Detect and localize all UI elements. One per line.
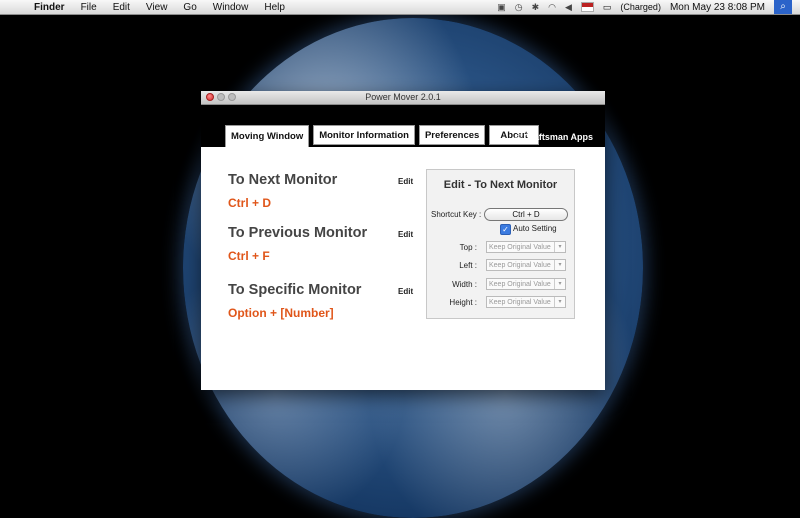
width-label: Width : [452, 280, 477, 289]
tab-bar: Moving Window Monitor Information Prefer… [225, 125, 539, 147]
command-title-previous: To Previous Monitor [228, 225, 368, 241]
left-select-value: Keep Original Value [489, 262, 551, 269]
window-controls [206, 93, 236, 101]
shortcut-key-label: Shortcut Key : [431, 210, 482, 219]
edit-panel: Edit - To Next Monitor Shortcut Key : Ct… [426, 169, 575, 319]
power-mover-menu-icon[interactable]: ▣ [497, 2, 506, 13]
edit-previous-button[interactable]: Edit [398, 230, 413, 239]
edit-specific-button[interactable]: Edit [398, 287, 413, 296]
menu-file[interactable]: File [73, 2, 105, 13]
window-title: Power Mover 2.0.1 [365, 92, 441, 102]
battery-status[interactable]: (Charged) [620, 2, 661, 12]
volume-icon[interactable]: ◀ [565, 2, 572, 13]
tab-monitor-information[interactable]: Monitor Information [313, 125, 415, 145]
command-title-next: To Next Monitor [228, 172, 338, 188]
clock[interactable]: Mon May 23 8:08 PM [670, 2, 765, 13]
left-label: Left : [459, 261, 477, 270]
command-key-specific: Option + [Number] [228, 306, 334, 320]
command-key-next: Ctrl + D [228, 196, 272, 210]
width-select-value: Keep Original Value [489, 281, 551, 288]
chevron-down-icon: ▾ [554, 260, 565, 270]
status-area: ▣ ◷ ✱ ◠ ◀ ▭ (Charged) Mon May 23 8:08 PM… [497, 0, 800, 14]
menu-help[interactable]: Help [256, 2, 293, 13]
zoom-button[interactable] [228, 93, 236, 101]
title-bar[interactable]: Power Mover 2.0.1 [201, 91, 605, 105]
command-title-specific: To Specific Monitor [228, 282, 362, 298]
power-mover-window: Power Mover 2.0.1 Moving Window Monitor … [201, 91, 605, 390]
edit-next-button[interactable]: Edit [398, 177, 413, 186]
auto-setting-label[interactable]: Auto Setting [513, 224, 557, 233]
auto-setting-checkbox[interactable]: ✓ [500, 224, 511, 235]
moving-window-pane: To Next Monitor Edit Ctrl + D To Previou… [201, 147, 605, 390]
chevron-down-icon: ▾ [554, 242, 565, 252]
height-label: Height : [449, 298, 477, 307]
height-select-value: Keep Original Value [489, 299, 551, 306]
command-key-previous: Ctrl + F [228, 249, 270, 263]
copyright-text: © Craftsman Apps [514, 132, 593, 142]
menu-bar: Finder File Edit View Go Window Help ▣ ◷… [0, 0, 800, 15]
tab-moving-window[interactable]: Moving Window [225, 125, 310, 147]
tab-preferences[interactable]: Preferences [418, 125, 486, 145]
height-select[interactable]: Keep Original Value ▾ [486, 296, 566, 308]
top-select-value: Keep Original Value [489, 244, 551, 251]
time-machine-icon[interactable]: ◷ [515, 2, 523, 13]
menu-window[interactable]: Window [205, 2, 257, 13]
wifi-icon[interactable]: ◠ [548, 2, 556, 13]
input-source-flag-icon[interactable] [580, 2, 594, 12]
shortcut-key-field[interactable]: Ctrl + D [484, 208, 568, 221]
close-button[interactable] [206, 93, 214, 101]
menu-view[interactable]: View [138, 2, 176, 13]
top-select[interactable]: Keep Original Value ▾ [486, 241, 566, 253]
menu-finder[interactable]: Finder [26, 2, 73, 13]
width-select[interactable]: Keep Original Value ▾ [486, 278, 566, 290]
chevron-down-icon: ▾ [554, 279, 565, 289]
tab-toolbar: Moving Window Monitor Information Prefer… [201, 105, 605, 147]
menu-edit[interactable]: Edit [105, 2, 138, 13]
edit-panel-title: Edit - To Next Monitor [443, 179, 558, 191]
menu-go[interactable]: Go [175, 2, 204, 13]
top-label: Top : [459, 243, 477, 252]
spotlight-search-icon[interactable]: ⌕ [774, 0, 792, 14]
minimize-button[interactable] [217, 93, 225, 101]
left-select[interactable]: Keep Original Value ▾ [486, 259, 566, 271]
battery-icon[interactable]: ▭ [603, 2, 612, 13]
bluetooth-icon[interactable]: ✱ [532, 2, 540, 13]
chevron-down-icon: ▾ [554, 297, 565, 307]
